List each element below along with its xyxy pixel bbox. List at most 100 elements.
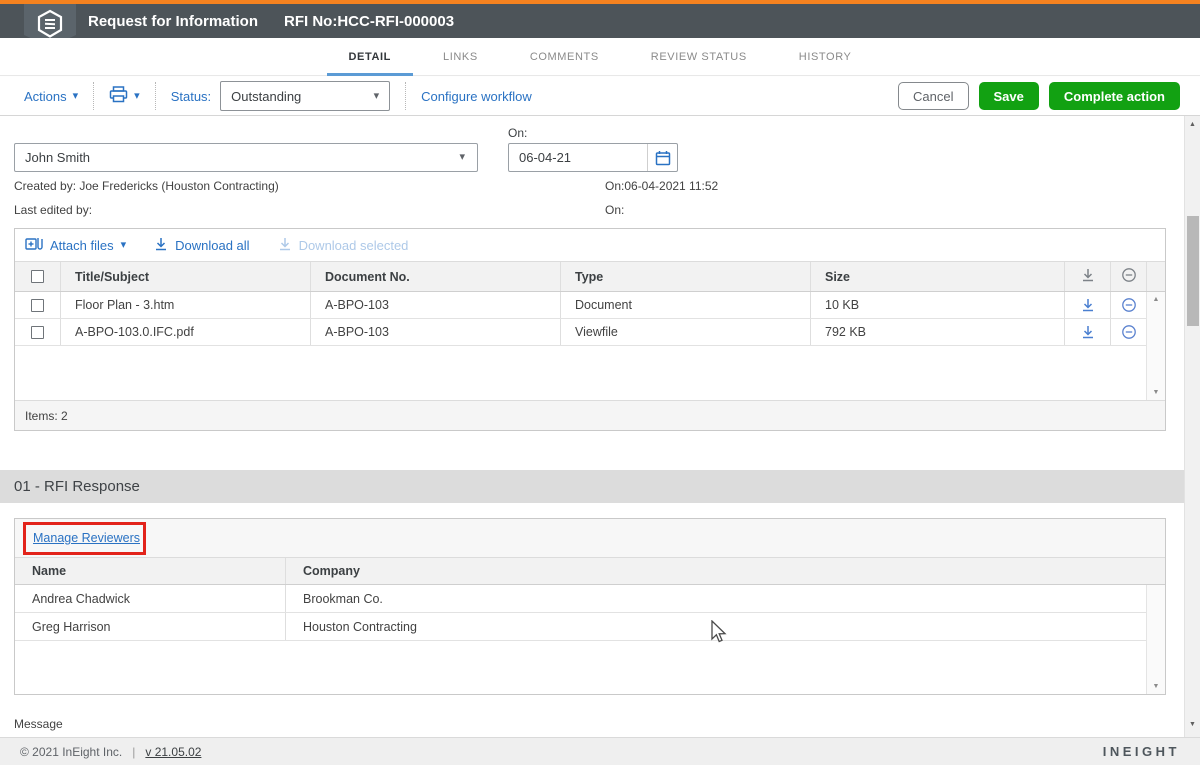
table-row[interactable]: Floor Plan - 3.htm A-BPO-103 Document 10… [15, 292, 1165, 319]
chevron-down-icon: ▾ [374, 91, 380, 102]
attachments-scrollbar[interactable]: ▲ ▼ [1146, 292, 1165, 400]
mouse-cursor [710, 620, 728, 649]
table-row[interactable]: Andrea Chadwick Brookman Co. [15, 585, 1165, 613]
footer-separator: | [132, 745, 135, 759]
chevron-down-icon: ▾ [73, 91, 79, 102]
cell-name: Andrea Chadwick [15, 585, 286, 612]
reviewers-rows-area: Andrea Chadwick Brookman Co. Greg Harris… [15, 585, 1165, 694]
column-size[interactable]: Size [811, 262, 1065, 291]
column-title-subject[interactable]: Title/Subject [61, 262, 311, 291]
scroll-up-icon[interactable]: ▲ [1153, 296, 1160, 303]
last-edited-by-label: Last edited by: [14, 203, 92, 217]
toolbar-separator [93, 82, 94, 110]
reviewers-panel: Manage Reviewers Name Company Andrea Cha… [14, 518, 1166, 695]
date-value: 06-04-21 [509, 150, 647, 165]
row-download-button[interactable] [1065, 319, 1111, 345]
cell-doc-no: A-BPO-103 [311, 292, 561, 318]
cell-title: A-BPO-103.0.IFC.pdf [61, 319, 311, 345]
tab-detail[interactable]: DETAIL [327, 38, 414, 76]
version-link[interactable]: v 21.05.02 [145, 745, 201, 759]
reviewers-scrollbar[interactable]: ▼ [1146, 585, 1165, 694]
row-download-button[interactable] [1065, 292, 1111, 318]
status-label: Status: [171, 89, 211, 104]
items-count-bar: Items: 2 [15, 400, 1165, 430]
attachments-header-row: Title/Subject Document No. Type Size [15, 262, 1165, 292]
print-menu-button[interactable]: ▾ [109, 86, 140, 106]
download-all-button[interactable]: Download all [154, 237, 249, 254]
column-name[interactable]: Name [15, 558, 286, 584]
download-icon [278, 237, 292, 254]
toolbar-left-group: Actions ▾ ▾ Status: Outstanding [0, 81, 532, 111]
row-remove-button[interactable] [1111, 292, 1147, 318]
row-checkbox[interactable] [31, 299, 44, 312]
on-date-label: On: [508, 126, 527, 140]
action-toolbar: Actions ▾ ▾ Status: Outstanding [0, 77, 1200, 116]
scrollbar-thumb[interactable] [1187, 216, 1199, 326]
date-input[interactable]: 06-04-21 [508, 143, 678, 172]
cell-type: Viewfile [561, 319, 811, 345]
cell-doc-no: A-BPO-103 [311, 319, 561, 345]
copyright-text: © 2021 InEight Inc. [20, 745, 122, 759]
page-title: Request for Information [88, 13, 258, 30]
save-button[interactable]: Save [979, 82, 1039, 110]
column-document-no[interactable]: Document No. [311, 262, 561, 291]
tab-review-status[interactable]: REVIEW STATUS [629, 38, 769, 76]
header-scroll-spacer [1147, 262, 1165, 291]
row-remove-button[interactable] [1111, 319, 1147, 345]
column-remove [1111, 262, 1147, 291]
download-all-label: Download all [175, 238, 249, 253]
scroll-down-icon[interactable]: ▼ [1153, 389, 1160, 396]
row-checkbox[interactable] [31, 326, 44, 339]
download-selected-button[interactable]: Download selected [278, 237, 409, 254]
tab-bar: DETAIL LINKS COMMENTS REVIEW STATUS HIST… [0, 38, 1200, 76]
assignee-value: John Smith [15, 150, 459, 165]
attach-files-button[interactable]: Attach files ▾ [25, 236, 126, 255]
items-count: Items: 2 [25, 409, 68, 423]
tab-links[interactable]: LINKS [421, 38, 500, 76]
toolbar-separator [155, 82, 156, 110]
chevron-down-icon: ▾ [134, 91, 140, 102]
cancel-button[interactable]: Cancel [898, 82, 968, 110]
complete-action-button[interactable]: Complete action [1049, 82, 1180, 110]
manage-reviewers-row: Manage Reviewers [15, 519, 1165, 558]
page-scrollbar[interactable]: ▲ ▼ [1184, 116, 1200, 737]
chevron-down-icon: ▾ [459, 152, 465, 163]
table-row[interactable]: A-BPO-103.0.IFC.pdf A-BPO-103 Viewfile 7… [15, 319, 1165, 346]
column-type[interactable]: Type [561, 262, 811, 291]
download-icon [154, 237, 168, 254]
created-on-text: On:06-04-2021 11:52 [605, 179, 718, 193]
manage-reviewers-link[interactable]: Manage Reviewers [33, 531, 140, 545]
cell-title: Floor Plan - 3.htm [61, 292, 311, 318]
calendar-icon[interactable] [647, 144, 677, 171]
download-selected-label: Download selected [299, 238, 409, 253]
scroll-up-icon[interactable]: ▲ [1189, 121, 1196, 128]
actions-menu-button[interactable]: Actions ▾ [24, 89, 78, 104]
configure-workflow-link[interactable]: Configure workflow [421, 89, 532, 104]
status-value: Outstanding [231, 89, 301, 104]
scroll-down-icon[interactable]: ▼ [1153, 683, 1160, 690]
printer-icon [109, 86, 128, 106]
row-checkbox-cell [15, 319, 61, 345]
tab-comments[interactable]: COMMENTS [508, 38, 621, 76]
section-title: 01 - RFI Response [14, 478, 140, 495]
detail-content: On: John Smith ▾ 06-04-21 Created by: Jo… [0, 116, 1184, 737]
app-footer: © 2021 InEight Inc. | v 21.05.02 INEIGHT [0, 737, 1200, 765]
minus-circle-icon [1121, 267, 1137, 286]
scroll-down-icon[interactable]: ▼ [1189, 721, 1196, 728]
cell-type: Document [561, 292, 811, 318]
cell-size: 792 KB [811, 319, 1065, 345]
toolbar-right-group: Cancel Save Complete action [898, 82, 1200, 110]
rfi-number: RFI No:HCC-RFI-000003 [284, 13, 454, 30]
app-header: Request for Information RFI No:HCC-RFI-0… [0, 4, 1200, 38]
attachments-panel: Attach files ▾ Download all [14, 228, 1166, 431]
tab-history[interactable]: HISTORY [777, 38, 874, 76]
column-download [1065, 262, 1111, 291]
assignee-dropdown[interactable]: John Smith ▾ [14, 143, 478, 172]
created-by-text: Created by: Joe Fredericks (Houston Cont… [14, 179, 279, 193]
chevron-down-icon: ▾ [121, 240, 127, 251]
column-company[interactable]: Company [286, 558, 1165, 584]
status-dropdown[interactable]: Outstanding ▾ [220, 81, 390, 111]
reviewers-header-row: Name Company [15, 558, 1165, 585]
select-all-checkbox[interactable] [31, 270, 44, 283]
table-row[interactable]: Greg Harrison Houston Contracting [15, 613, 1165, 641]
